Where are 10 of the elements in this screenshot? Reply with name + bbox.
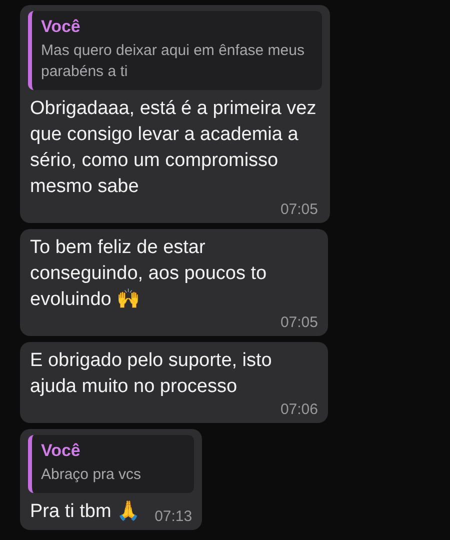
message-text: E obrigado pelo suporte, isto ajuda muito no processo xyxy=(30,349,273,399)
message-time: 07:13 xyxy=(154,507,192,527)
quoted-message[interactable]: Você Abraço pra vcs xyxy=(28,435,194,493)
message-time: 07:05 xyxy=(279,313,318,333)
message-text: Obrigadaaa, está é a primeira vez que consigo levar a academia a sério, como um compromisso mesmo sabe xyxy=(30,97,318,199)
message-time: 07:06 xyxy=(279,400,318,420)
message-text: To bem feliz de estar conseguindo, aos poucos to evoluindo 🙌 xyxy=(30,236,268,312)
message-time: 07:05 xyxy=(279,200,318,220)
message-text: Pra ti tbm 🙏 xyxy=(30,500,141,524)
quoted-message[interactable]: Você Mas quero deixar aqui em ênfase meus parabéns a ti xyxy=(28,11,322,90)
